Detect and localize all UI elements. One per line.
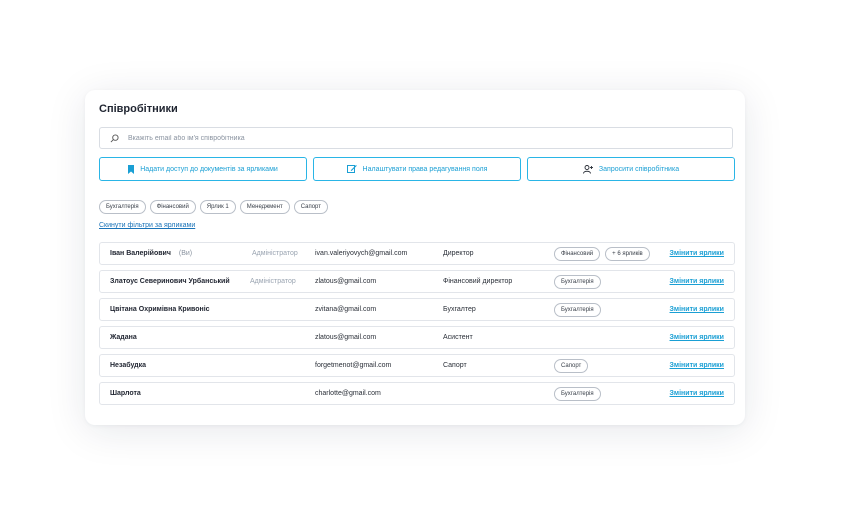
filter-chip[interactable]: Менеджмент (239, 200, 290, 214)
employee-name: Златоус Северинович Урбанський (110, 271, 230, 292)
employee-email: ivan.valeriyovych@gmail.com (315, 250, 408, 257)
edit-icon (346, 165, 357, 173)
employee-position: Бухгалтер (443, 306, 476, 313)
search-input[interactable] (126, 133, 732, 143)
employee-name-text: Шарлота (110, 390, 141, 397)
employee-role: Адміністратор (250, 278, 296, 285)
employee-name: Шарлота (110, 383, 141, 404)
filter-chip[interactable]: Бухгалтерія (99, 200, 146, 214)
employee-position: Сапорт (443, 362, 467, 369)
you-marker: (Ви) (178, 250, 193, 257)
edit-tags-link[interactable]: Змінити ярлики (670, 327, 724, 348)
invite-employee-label: Запросити співробітника (598, 165, 680, 173)
employee-position: Асистент (443, 334, 473, 341)
employee-name: Цвітана Охримівна Кривоніс (110, 299, 210, 320)
employee-name: Незабудка (110, 355, 146, 376)
employee-name: Жадана (110, 327, 137, 348)
invite-employee-button[interactable]: Запросити співробітника (527, 157, 735, 181)
tag-chip: Фінансовий (554, 246, 601, 261)
employee-email: forgetmenot@gmail.com (315, 362, 392, 369)
tag-chip: Сапорт (554, 358, 589, 373)
employee-tags: Фінансовий + 6 ярликів (554, 243, 650, 264)
grant-access-button[interactable]: Надати доступ до документів за ярликами (99, 157, 307, 181)
edit-tags-link[interactable]: Змінити ярлики (670, 299, 724, 320)
tag-chip: Бухгалтерія (554, 302, 601, 317)
employee-email: charlotte@gmail.com (315, 390, 381, 397)
employee-name-text: Златоус Северинович Урбанський (110, 278, 230, 285)
edit-tags-link[interactable]: Змінити ярлики (670, 271, 724, 292)
employee-position: Директор (443, 250, 474, 257)
employee-name-text: Цвітана Охримівна Кривоніс (110, 306, 210, 313)
edit-tags-link[interactable]: Змінити ярлики (670, 243, 724, 264)
filter-chip[interactable]: Ярлик 1 (199, 200, 236, 214)
employee-email: zvitana@gmail.com (315, 306, 377, 313)
edit-rights-label: Налаштувати права редагування поля (362, 165, 488, 173)
tag-chip: Бухгалтерія (554, 274, 601, 289)
employee-email: zlatous@gmail.com (315, 334, 377, 341)
edit-tags-link[interactable]: Змінити ярлики (670, 355, 724, 376)
grant-access-label: Надати доступ до документів за ярликами (140, 165, 278, 173)
search-box[interactable] (99, 127, 733, 149)
more-tags-chip[interactable]: + 6 ярликів (605, 246, 650, 261)
bookmark-icon (128, 164, 135, 174)
edit-rights-button[interactable]: Налаштувати права редагування поля (313, 157, 521, 181)
employee-role: Адміністратор (252, 250, 298, 257)
tag-chip: Бухгалтерія (554, 386, 601, 401)
table-row: Іван Валерійович (Ви) Адміністратор ivan… (99, 242, 735, 265)
employee-tags: Бухгалтерія (554, 383, 601, 404)
employee-name-text: Незабудка (110, 362, 147, 369)
table-row: Златоус Северинович Урбанський Адміністр… (99, 270, 735, 293)
table-row: Жадана zlatous@gmail.com Асистент Змінит… (99, 326, 735, 349)
employee-email: zlatous@gmail.com (315, 278, 377, 285)
employees-card: Співробітники Надати доступ до документі… (85, 90, 745, 425)
employee-name-text: Жадана (110, 334, 137, 341)
table-row: Цвітана Охримівна Кривоніс zvitana@gmail… (99, 298, 735, 321)
search-icon (110, 133, 119, 142)
employee-position: Фінансовий директор (443, 278, 513, 285)
employee-tags: Бухгалтерія (554, 271, 601, 292)
table-row: Шарлота charlotte@gmail.com Бухгалтерія … (99, 382, 735, 405)
filter-chip[interactable]: Фінансовий (149, 200, 196, 214)
employee-tags: Сапорт (554, 355, 589, 376)
edit-tags-link[interactable]: Змінити ярлики (670, 383, 724, 404)
employee-name: Іван Валерійович (Ви) (110, 243, 192, 264)
page-title: Співробітники (99, 103, 178, 115)
filter-chip[interactable]: Сапорт (293, 200, 328, 214)
table-row: Незабудка forgetmenot@gmail.com Сапорт С… (99, 354, 735, 377)
action-buttons: Надати доступ до документів за ярликами … (99, 157, 735, 181)
filter-chips: Бухгалтерія Фінансовий Ярлик 1 Менеджмен… (99, 200, 328, 214)
employee-name-text: Іван Валерійович (110, 250, 171, 257)
add-user-icon (582, 164, 593, 174)
reset-filters-link[interactable]: Скинути фільтри за ярликами (99, 222, 195, 229)
employee-tags: Бухгалтерія (554, 299, 601, 320)
